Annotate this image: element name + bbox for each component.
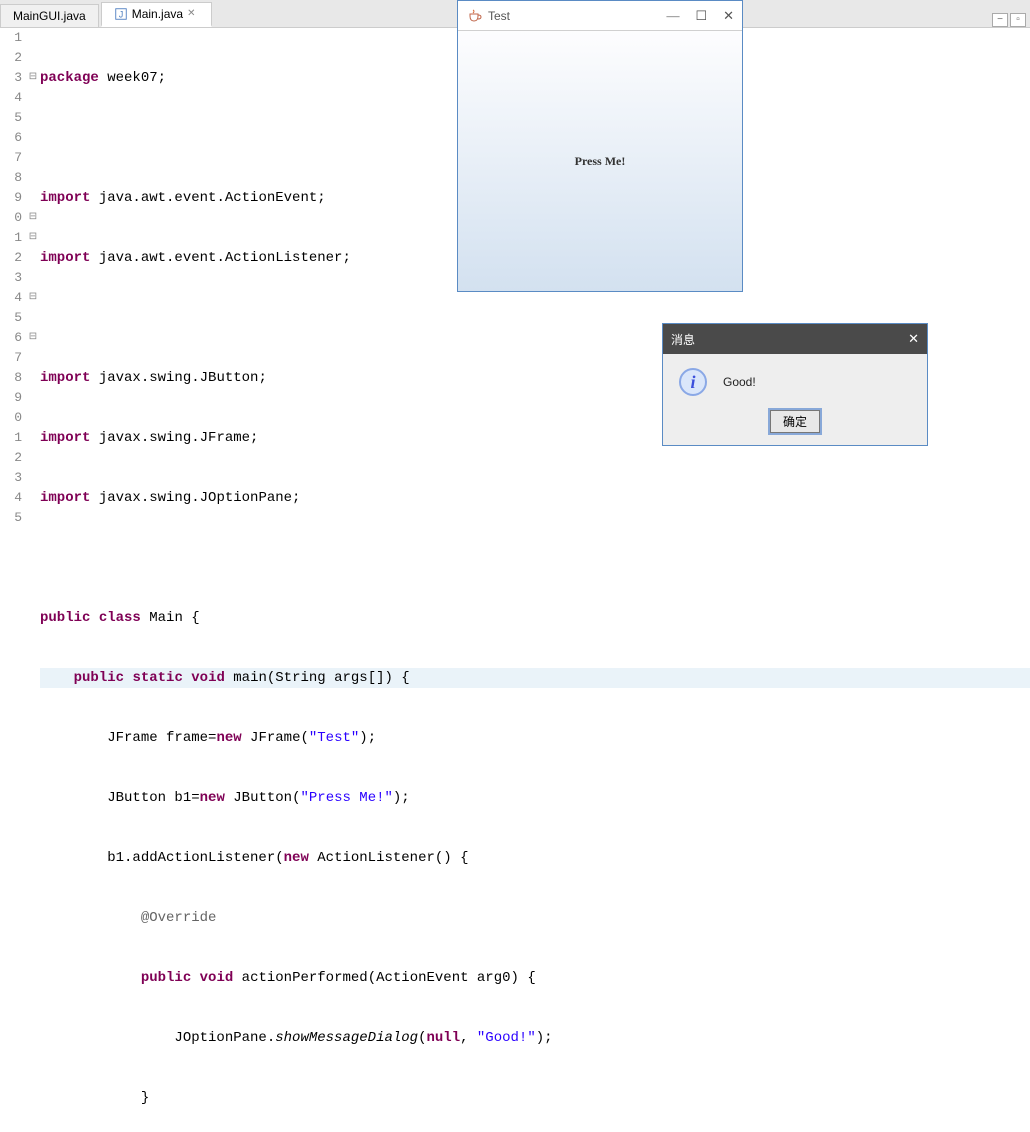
maximize-icon[interactable]: ▫ [1010,13,1026,27]
dialog-content: i Good! 确定 [663,354,927,445]
close-icon[interactable]: ✕ [187,8,199,20]
window-content: Press Me! [458,31,742,291]
java-file-icon: J [114,7,128,21]
press-me-button[interactable]: Press Me! [575,154,626,169]
swing-test-window: Test — ☐ ✕ Press Me! [457,0,743,292]
editor-window-controls: − ▫ [992,13,1030,27]
java-icon [466,8,482,24]
fold-icon[interactable] [26,228,40,248]
line-number-gutter: 12345 67890 12345 67890 12345 [0,28,26,566]
fold-icon[interactable] [26,68,40,88]
minimize-icon[interactable]: — [666,8,679,24]
svg-text:J: J [119,10,123,20]
fold-icon[interactable] [26,208,40,228]
tab-label: MainGUI.java [13,9,86,23]
window-titlebar[interactable]: Test — ☐ ✕ [458,1,742,31]
dialog-titlebar[interactable]: 消息 ✕ [663,324,927,354]
dialog-title: 消息 [671,331,695,348]
maximize-icon[interactable]: ☐ [695,8,707,24]
window-title: Test [488,9,510,23]
tab-label: Main.java [132,7,183,21]
fold-gutter [26,28,40,566]
minimize-icon[interactable]: − [992,13,1008,27]
tab-main[interactable]: J Main.java ✕ [101,2,212,27]
dialog-message: Good! [723,375,756,389]
swing-message-dialog: 消息 ✕ i Good! 确定 [662,323,928,446]
ok-button[interactable]: 确定 [770,410,820,433]
tab-maingui[interactable]: MainGUI.java [0,4,99,27]
fold-icon[interactable] [26,328,40,348]
fold-icon[interactable] [26,288,40,308]
info-icon: i [679,368,707,396]
close-icon[interactable]: ✕ [723,8,734,24]
close-icon[interactable]: ✕ [908,331,919,347]
